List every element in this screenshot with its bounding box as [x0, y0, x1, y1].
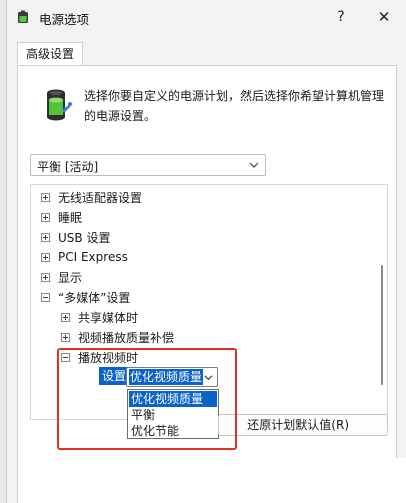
tree-item-label: PCI Express — [58, 250, 128, 264]
collapse-icon[interactable] — [41, 292, 50, 302]
tree-item-multimedia[interactable]: “多媒体”设置 — [41, 287, 130, 307]
tree-scrollbar[interactable] — [379, 187, 385, 417]
chevron-down-icon — [249, 162, 259, 168]
scrollbar-thumb[interactable] — [381, 265, 383, 385]
power-options-icon — [18, 10, 28, 23]
power-plan-select[interactable]: 平衡 [活动] — [30, 154, 266, 176]
tree-item-sleep[interactable]: 睡眠 — [41, 207, 82, 227]
restore-defaults-button[interactable]: 还原计划默认值(R) — [218, 414, 388, 436]
help-button[interactable]: ? — [331, 7, 351, 27]
close-button[interactable]: ✕ — [373, 7, 395, 27]
power-options-dialog: 电源选项 ? ✕ 高级设置 选择你要自定义的电源计划，然后选择你希望计算机管理的… — [6, 0, 406, 503]
window-title: 电源选项 — [39, 12, 90, 27]
expand-icon[interactable] — [41, 232, 50, 242]
expand-icon[interactable] — [41, 272, 50, 282]
tree-item-label: “多媒体”设置 — [58, 290, 131, 305]
highlight-box — [57, 348, 237, 450]
tree-item-label: 显示 — [58, 270, 83, 285]
tree-item-pci-express[interactable]: PCI Express — [41, 247, 128, 267]
expand-icon[interactable] — [61, 332, 70, 342]
tab-advanced-settings[interactable]: 高级设置 — [17, 42, 83, 66]
title-bar: 电源选项 ? ✕ — [7, 0, 406, 34]
power-plan-value: 平衡 [活动] — [37, 160, 99, 174]
overlay-region — [100, 458, 406, 503]
expand-icon[interactable] — [61, 312, 70, 322]
plan-description: 选择你要自定义的电源计划，然后选择你希望计算机管理的电源设置。 — [84, 89, 385, 123]
tree-item-usb[interactable]: USB 设置 — [41, 227, 110, 247]
tree-item-label: USB 设置 — [58, 230, 111, 245]
tree-item-label: 共享媒体时 — [78, 310, 139, 325]
tree-item-wireless[interactable]: 无线适配器设置 — [41, 187, 142, 207]
tree-item-label: 视频播放质量补偿 — [78, 330, 175, 345]
tree-item-label: 无线适配器设置 — [58, 190, 143, 205]
tree-item-display[interactable]: 显示 — [41, 267, 82, 287]
tree-item-video-quality-bias[interactable]: 视频播放质量补偿 — [61, 327, 174, 347]
tree-item-media-sharing[interactable]: 共享媒体时 — [61, 307, 138, 327]
expand-icon[interactable] — [41, 212, 50, 222]
expand-icon[interactable] — [41, 192, 50, 202]
battery-icon — [47, 89, 72, 121]
tree-item-label: 睡眠 — [58, 210, 83, 225]
expand-icon[interactable] — [41, 252, 50, 262]
